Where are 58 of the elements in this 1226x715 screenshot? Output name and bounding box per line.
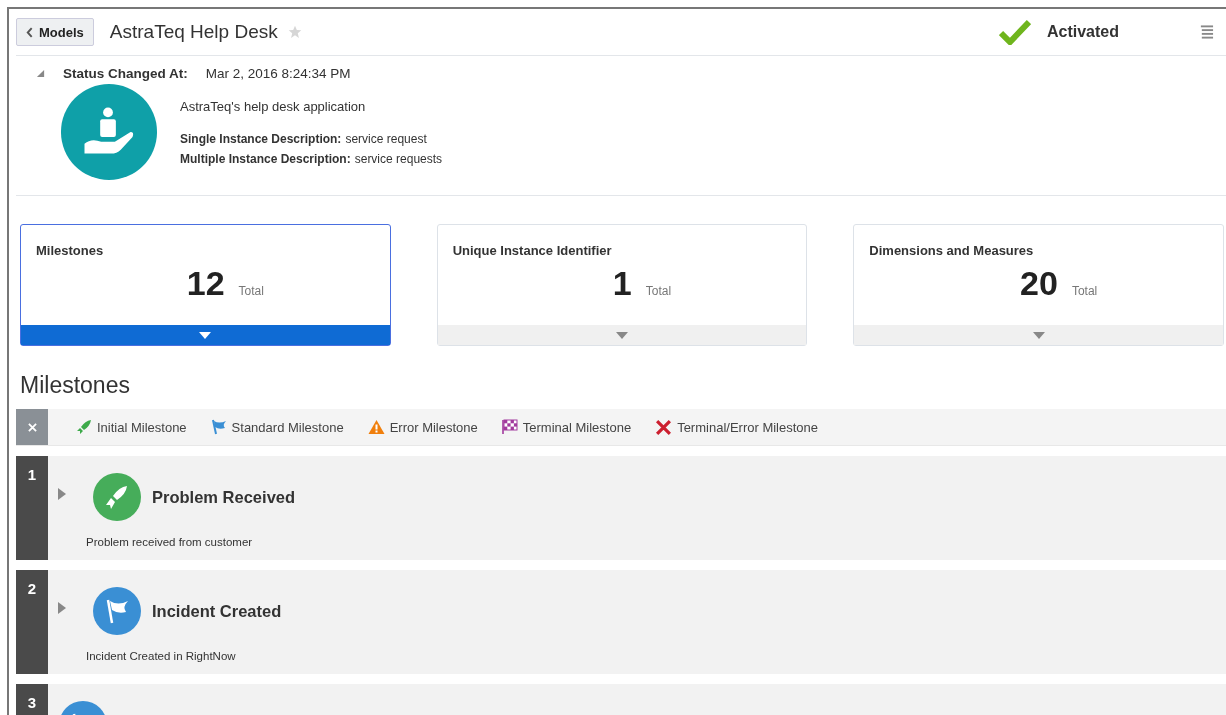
x-mark-icon xyxy=(655,418,673,436)
field-label: Single Instance Description: xyxy=(180,131,342,146)
status-text: Activated xyxy=(1046,23,1119,41)
close-icon xyxy=(27,422,37,432)
summary-card[interactable]: Dimensions and Measures 20 Total xyxy=(853,224,1224,346)
card-unit: Total xyxy=(645,284,672,298)
summary-card[interactable]: Milestones 12 Total xyxy=(20,224,391,346)
back-button[interactable]: Models xyxy=(16,18,94,46)
card-unit: Total xyxy=(238,284,264,298)
star-icon[interactable] xyxy=(287,25,302,39)
card-value: 20 xyxy=(1020,264,1058,303)
legend-label: Initial Milestone xyxy=(97,419,187,435)
chevron-left-icon xyxy=(26,26,33,38)
card-value: 12 xyxy=(186,264,225,303)
milestone-row[interactable]: 2 Incident Created Incident Created in RightNow xyxy=(16,570,1226,674)
card-value: 1 xyxy=(612,264,632,303)
hand-person-icon xyxy=(60,83,158,181)
rocket-icon xyxy=(76,419,92,435)
field-label: Multiple Instance Description: xyxy=(180,151,351,166)
card-unit: Total xyxy=(1071,284,1098,298)
status-value: Mar 2, 2016 8:24:34 PM xyxy=(205,66,351,81)
caret-down-icon xyxy=(1032,331,1045,339)
page-title: AstraTeq Help Desk xyxy=(109,21,278,43)
warning-icon xyxy=(367,419,385,435)
card-title: Milestones xyxy=(35,242,105,258)
card-title: Unique Instance Identifier xyxy=(451,242,613,258)
field-value: service request xyxy=(345,131,427,146)
milestone-number: 3 xyxy=(16,684,48,715)
rocket-badge-icon xyxy=(92,472,142,522)
collapse-triangle-icon[interactable] xyxy=(36,69,45,78)
summary-card[interactable]: Unique Instance Identifier 1 Total xyxy=(436,224,808,346)
menu-icon[interactable] xyxy=(1199,24,1214,40)
model-description: AstraTeq's help desk application xyxy=(180,98,367,114)
milestone-description: Problem received from customer xyxy=(86,536,254,548)
legend-label: Error Milestone xyxy=(389,419,478,435)
milestone-number: 2 xyxy=(16,570,48,674)
milestone-title: Problem Received xyxy=(152,487,296,507)
milestone-row[interactable]: 3 xyxy=(16,684,1226,715)
legend-label: Terminal Milestone xyxy=(522,419,632,435)
section-title: Milestones xyxy=(20,372,131,399)
expand-triangle-icon[interactable] xyxy=(58,602,66,614)
milestone-number: 1 xyxy=(16,456,48,560)
caret-down-icon xyxy=(199,331,212,339)
card-title: Dimensions and Measures xyxy=(868,242,1035,258)
milestone-title: Incident Created xyxy=(152,601,282,621)
status-label: Status Changed At: xyxy=(63,66,188,81)
legend-label: Terminal/Error Milestone xyxy=(677,419,818,435)
milestone-row[interactable]: 1 Problem Received Problem received from customer xyxy=(16,456,1226,560)
checkered-flag-icon xyxy=(501,419,518,435)
expand-triangle-icon[interactable] xyxy=(58,488,66,500)
flag-icon xyxy=(210,419,227,435)
checkmark-icon xyxy=(998,19,1031,45)
close-legend-button[interactable] xyxy=(16,409,48,445)
field-value: service requests xyxy=(354,151,443,166)
flag-badge-icon xyxy=(92,586,142,636)
milestone-description: Incident Created in RightNow xyxy=(86,650,237,662)
legend-label: Standard Milestone xyxy=(231,419,344,435)
caret-down-icon xyxy=(616,331,628,339)
